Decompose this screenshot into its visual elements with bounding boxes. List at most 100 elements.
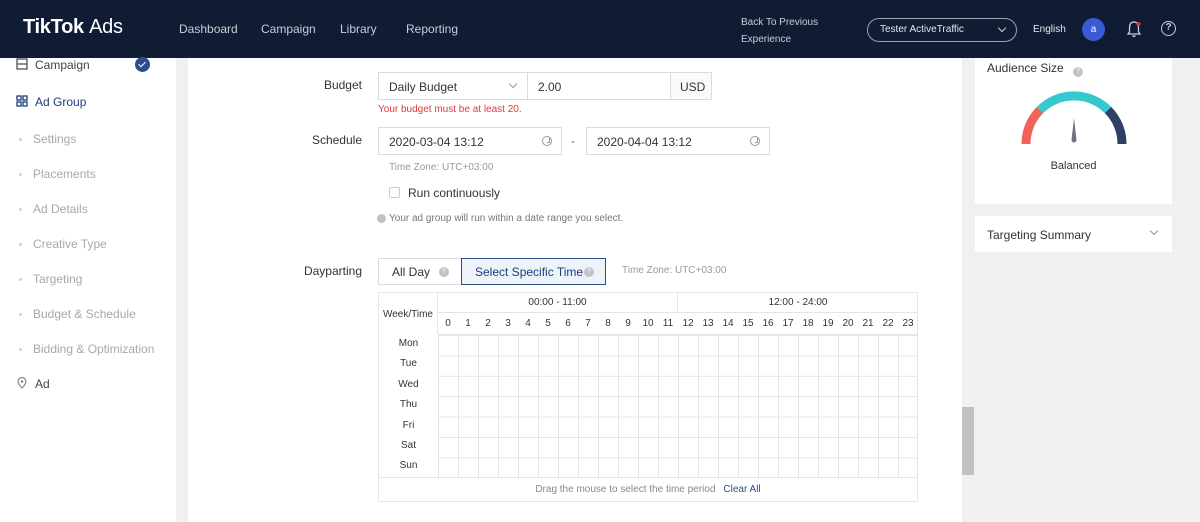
bullet-dot — [19, 348, 22, 351]
budget-label: Budget — [323, 78, 362, 92]
back-to-previous-experience-link[interactable]: Back To Previous Experience — [741, 14, 818, 48]
dayparting-timezone: Time Zone: UTC+03:00 — [622, 265, 727, 276]
hour-label: 10 — [642, 318, 654, 329]
targeting-summary-card[interactable]: Targeting Summary — [975, 216, 1172, 252]
all-day-label: All Day — [392, 265, 431, 279]
nav-campaign[interactable]: Campaign — [261, 22, 316, 36]
hour-label: 20 — [842, 318, 854, 329]
audience-size-title: Audience Size ? — [987, 61, 1084, 77]
day-label: Sat — [400, 440, 416, 451]
hour-label: 18 — [802, 318, 814, 329]
targeting-summary-title: Targeting Summary — [987, 228, 1092, 242]
hour-label: 17 — [782, 318, 794, 329]
clock-icon — [750, 136, 760, 146]
hour-label: 4 — [525, 318, 531, 329]
sidebar: Campaign Ad Group Settings Placements Ad… — [0, 57, 176, 522]
audience-gauge — [1021, 91, 1127, 145]
day-label: Wed — [398, 378, 419, 390]
am-range-header: 00:00 - 11:00 — [438, 293, 678, 313]
bullet-dot — [19, 313, 22, 316]
sidebar-item-creative-type[interactable]: Creative Type — [0, 237, 176, 251]
bullet-dot — [19, 278, 22, 281]
day-label: Thu — [399, 399, 418, 411]
hour-label: 11 — [662, 318, 674, 329]
sidebar-item-campaign[interactable]: Campaign — [0, 57, 176, 72]
budget-type-value: Daily Budget — [389, 80, 458, 94]
language-selector[interactable]: English — [1033, 24, 1066, 35]
hour-label: 23 — [902, 318, 914, 329]
time-slot-cells[interactable] — [438, 334, 918, 477]
sidebar-item-ad-group[interactable]: Ad Group — [0, 95, 176, 109]
nav-reporting[interactable]: Reporting — [406, 22, 458, 36]
nav-library[interactable]: Library — [340, 22, 377, 36]
grid-footer-hint: Drag the mouse to select the time period — [535, 484, 716, 495]
grid-footer: Drag the mouse to select the time period… — [379, 477, 917, 501]
bullet-dot — [19, 138, 22, 141]
scrollbar-thumb[interactable] — [962, 407, 974, 475]
sidebar-item-placements[interactable]: Placements — [0, 167, 176, 181]
sidebar-item-settings[interactable]: Settings — [0, 132, 176, 146]
budget-amount-input[interactable]: 2.00 — [527, 72, 671, 100]
hour-label: 22 — [882, 318, 894, 329]
all-day-button[interactable]: All Day ? — [378, 258, 462, 285]
schedule-end-value: 2020-04-04 13:12 — [597, 135, 692, 149]
clear-all-link[interactable]: Clear All — [723, 484, 760, 495]
help-icon: ? — [439, 267, 449, 277]
hour-label: 19 — [822, 318, 834, 329]
schedule-label: Schedule — [311, 133, 362, 147]
ad-group-icon — [16, 95, 28, 107]
hour-label: 8 — [605, 318, 611, 329]
avatar[interactable]: a — [1082, 18, 1105, 41]
day-label: Sun — [399, 460, 418, 472]
hour-label: 6 — [565, 318, 571, 329]
schedule-note: Your ad group will run within a date ran… — [377, 213, 623, 224]
budget-error-message: Your budget must be at least 20. — [378, 104, 522, 115]
chevron-down-icon — [1149, 226, 1159, 236]
account-dropdown[interactable]: Tester ActiveTraffic — [867, 18, 1017, 42]
sidebar-item-label: Ad — [35, 377, 50, 391]
currency-addon: USD — [670, 72, 712, 100]
info-icon — [377, 213, 386, 223]
account-name: Tester ActiveTraffic — [880, 24, 964, 35]
bullet-dot — [19, 208, 22, 211]
hour-label: 0 — [445, 318, 451, 329]
main-form-panel: Budget Daily Budget 2.00 USD Your budget… — [188, 58, 962, 522]
bell-icon[interactable] — [1126, 20, 1142, 38]
run-continuously-label[interactable]: Run continuously — [408, 186, 500, 200]
hour-label: 9 — [625, 318, 631, 329]
day-label: Tue — [400, 358, 417, 370]
select-specific-time-button[interactable]: Select Specific Time ? — [461, 258, 606, 285]
budget-type-select[interactable]: Daily Budget — [378, 72, 528, 100]
sidebar-item-label: Ad Group — [35, 95, 87, 109]
back-link-line1: Back To Previous — [741, 17, 819, 28]
location-pin-icon — [17, 377, 27, 389]
hour-label: 2 — [485, 318, 491, 329]
hour-label: 5 — [545, 318, 551, 329]
help-icon[interactable]: ? — [1161, 21, 1176, 36]
schedule-end-input[interactable]: 2020-04-04 13:12 — [586, 127, 770, 155]
back-link-line2: Experience — [741, 34, 792, 45]
campaign-icon — [16, 58, 28, 70]
sidebar-item-bidding-optimization[interactable]: Bidding & Optimization — [0, 342, 176, 356]
bullet-dot — [19, 173, 22, 176]
dayparting-grid: Week/Time 00:00 - 11:00 12:00 - 24:00 0 1… — [378, 292, 918, 502]
sidebar-item-budget-schedule[interactable]: Budget & Schedule — [0, 307, 176, 321]
day-label: Fri — [402, 419, 415, 431]
hour-label: 21 — [862, 318, 874, 329]
day-label: Mon — [398, 338, 419, 349]
sidebar-item-ad[interactable]: Ad — [0, 377, 176, 391]
tiktok-ads-logo[interactable]: TikTok Ads — [23, 16, 123, 39]
chevron-down-icon — [997, 23, 1007, 33]
help-icon[interactable]: ? — [1073, 67, 1084, 77]
sidebar-item-ad-details[interactable]: Ad Details — [0, 202, 176, 216]
date-range-separator: - — [571, 134, 575, 148]
run-continuously-checkbox[interactable] — [389, 187, 400, 198]
hour-label: 13 — [702, 318, 714, 329]
sidebar-item-targeting[interactable]: Targeting — [0, 272, 176, 286]
nav-dashboard[interactable]: Dashboard — [179, 22, 238, 36]
schedule-start-input[interactable]: 2020-03-04 13:12 — [378, 127, 562, 155]
bullet-dot — [19, 243, 22, 246]
pm-range-header: 12:00 - 24:00 — [678, 293, 918, 313]
schedule-timezone: Time Zone: UTC+03:00 — [389, 162, 494, 173]
week-time-header: Week/Time — [379, 293, 438, 334]
